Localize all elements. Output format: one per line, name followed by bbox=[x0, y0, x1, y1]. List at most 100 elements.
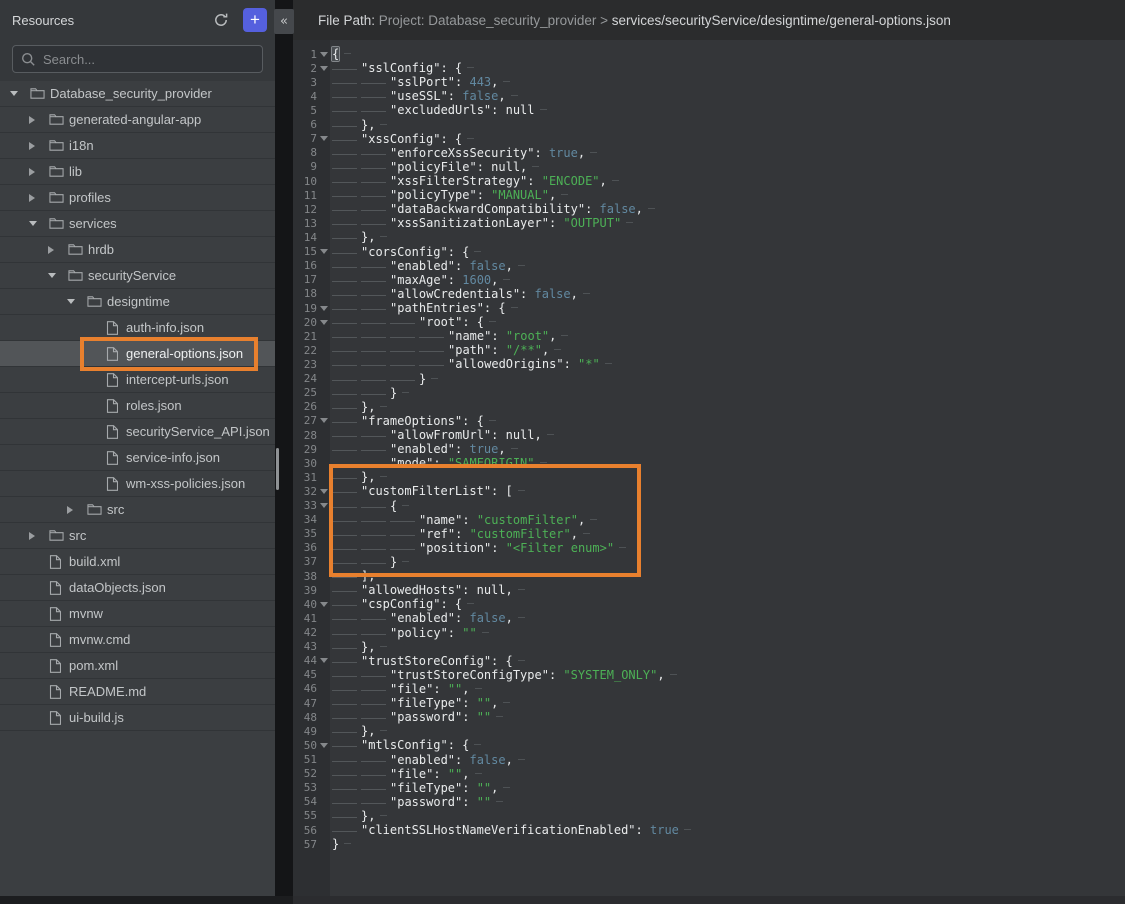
chevron-right-icon[interactable] bbox=[29, 532, 49, 540]
line-number: 35 bbox=[293, 527, 317, 540]
tree-item-build-xml[interactable]: build.xml bbox=[0, 549, 275, 575]
tree-item-general-options-json[interactable]: general-options.json bbox=[0, 341, 275, 367]
chevron-right-icon[interactable] bbox=[48, 246, 68, 254]
line-number: 38 bbox=[293, 570, 317, 583]
tree-item-intercept-urls-json[interactable]: intercept-urls.json bbox=[0, 367, 275, 393]
file-icon bbox=[106, 477, 126, 491]
tree-item-designtime[interactable]: designtime bbox=[0, 289, 275, 315]
chevron-right-icon[interactable] bbox=[67, 506, 87, 514]
chevron-right-icon[interactable] bbox=[29, 168, 49, 176]
line-ending-mark bbox=[561, 194, 568, 195]
code-text: "enabled": false, bbox=[332, 611, 525, 625]
tree-item-generated-angular-app[interactable]: generated-angular-app bbox=[0, 107, 275, 133]
tree-item-service-info-json[interactable]: service-info.json bbox=[0, 445, 275, 471]
code-line: 35"ref": "customFilter", bbox=[293, 527, 1125, 541]
line-number: 8 bbox=[293, 146, 317, 159]
line-ending-mark bbox=[402, 505, 409, 506]
file-icon bbox=[106, 373, 126, 387]
tab-indent-mark bbox=[361, 189, 390, 202]
refresh-button[interactable] bbox=[209, 8, 233, 32]
code-line: 55}, bbox=[293, 809, 1125, 823]
code-text: "mtlsConfig": { bbox=[332, 738, 481, 752]
chevron-down-icon[interactable] bbox=[10, 91, 30, 96]
add-resource-button[interactable]: + bbox=[243, 8, 267, 32]
fold-arrow-icon[interactable] bbox=[317, 320, 330, 325]
file-icon bbox=[49, 581, 69, 595]
tree-item-lib[interactable]: lib bbox=[0, 159, 275, 185]
tab-indent-mark bbox=[361, 556, 390, 569]
chevron-right-icon[interactable] bbox=[29, 194, 49, 202]
tree-item-mvnw-cmd[interactable]: mvnw.cmd bbox=[0, 627, 275, 653]
code-editor[interactable]: 1{2"sslConfig": {3"sslPort": 443,4"useSS… bbox=[293, 40, 1125, 904]
tab-indent-mark bbox=[332, 62, 361, 75]
folder-icon bbox=[49, 529, 69, 542]
fold-arrow-icon[interactable] bbox=[317, 418, 330, 423]
tree-item-label: mvnw.cmd bbox=[69, 632, 130, 647]
line-number: 12 bbox=[293, 203, 317, 216]
tree-item-hrdb[interactable]: hrdb bbox=[0, 237, 275, 263]
code-line: 7"xssConfig": { bbox=[293, 132, 1125, 146]
fold-arrow-icon[interactable] bbox=[317, 658, 330, 663]
tree-item-services[interactable]: services bbox=[0, 211, 275, 237]
code-line: 48"password": "" bbox=[293, 710, 1125, 724]
line-number: 40 bbox=[293, 598, 317, 611]
tab-indent-mark bbox=[361, 528, 390, 541]
tree-item-wm-xss-policies-json[interactable]: wm-xss-policies.json bbox=[0, 471, 275, 497]
tree-item-pom-xml[interactable]: pom.xml bbox=[0, 653, 275, 679]
sidebar-hscrollbar-track bbox=[0, 896, 293, 904]
tab-indent-mark bbox=[332, 76, 361, 89]
tab-indent-mark bbox=[332, 471, 361, 484]
line-ending-mark bbox=[402, 392, 409, 393]
chevron-right-icon[interactable] bbox=[29, 116, 49, 124]
code-text: "password": "" bbox=[332, 795, 503, 809]
fold-arrow-icon[interactable] bbox=[317, 503, 330, 508]
tree-item-mvnw[interactable]: mvnw bbox=[0, 601, 275, 627]
fold-arrow-icon[interactable] bbox=[317, 602, 330, 607]
line-number: 4 bbox=[293, 90, 317, 103]
line-number: 34 bbox=[293, 513, 317, 526]
tree-item-dataobjects-json[interactable]: dataObjects.json bbox=[0, 575, 275, 601]
fold-arrow-icon[interactable] bbox=[317, 489, 330, 494]
collapse-panel-button[interactable]: « bbox=[274, 9, 294, 34]
tree-item-src[interactable]: src bbox=[0, 497, 275, 523]
tree-item-auth-info-json[interactable]: auth-info.json bbox=[0, 315, 275, 341]
code-line: 6}, bbox=[293, 118, 1125, 132]
chevron-down-icon[interactable] bbox=[67, 299, 87, 304]
fold-arrow-icon[interactable] bbox=[317, 306, 330, 311]
fold-arrow-icon[interactable] bbox=[317, 52, 330, 57]
tree-item-label: pom.xml bbox=[69, 658, 118, 673]
folder-icon bbox=[49, 139, 69, 152]
line-ending-mark bbox=[482, 632, 489, 633]
tree-item-readme-md[interactable]: README.md bbox=[0, 679, 275, 705]
chevron-down-icon[interactable] bbox=[48, 273, 68, 278]
code-line: 10"xssFilterStrategy": "ENCODE", bbox=[293, 174, 1125, 188]
tree-item-label: i18n bbox=[69, 138, 94, 153]
line-ending-mark bbox=[474, 251, 481, 252]
fold-arrow-icon[interactable] bbox=[317, 743, 330, 748]
tree-item-i18n[interactable]: i18n bbox=[0, 133, 275, 159]
tree-item-securityservice-api-json[interactable]: securityService_API.json bbox=[0, 419, 275, 445]
tab-indent-mark bbox=[332, 288, 361, 301]
code-line: 8"enforceXssSecurity": true, bbox=[293, 146, 1125, 160]
fold-arrow-icon[interactable] bbox=[317, 136, 330, 141]
chevron-down-icon[interactable] bbox=[29, 221, 49, 226]
fold-arrow-icon[interactable] bbox=[317, 66, 330, 71]
tree-item-src[interactable]: src bbox=[0, 523, 275, 549]
tree-item-label: roles.json bbox=[126, 398, 182, 413]
tree-item-database-security-provider[interactable]: Database_security_provider bbox=[0, 81, 275, 107]
line-ending-mark bbox=[518, 617, 525, 618]
file-path-label: File Path: bbox=[318, 13, 379, 28]
tree-item-securityservice[interactable]: securityService bbox=[0, 263, 275, 289]
fold-arrow-icon[interactable] bbox=[317, 249, 330, 254]
line-number: 2 bbox=[293, 62, 317, 75]
chevron-right-icon[interactable] bbox=[29, 142, 49, 150]
folder-icon bbox=[87, 295, 107, 308]
sidebar-scrollbar-thumb[interactable] bbox=[276, 448, 279, 490]
tree-item-ui-build-js[interactable]: ui-build.js bbox=[0, 705, 275, 731]
search-input[interactable] bbox=[43, 46, 262, 72]
tab-indent-mark bbox=[390, 542, 419, 555]
tree-item-profiles[interactable]: profiles bbox=[0, 185, 275, 211]
tree-item-roles-json[interactable]: roles.json bbox=[0, 393, 275, 419]
line-ending-mark bbox=[518, 660, 525, 661]
line-number: 46 bbox=[293, 682, 317, 695]
